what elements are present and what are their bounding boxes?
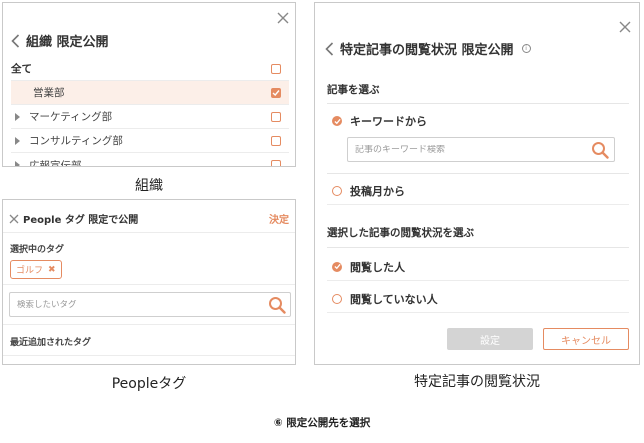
checkbox[interactable] <box>271 160 281 166</box>
expand-triangle-icon[interactable] <box>15 161 20 166</box>
check-icon <box>333 263 341 270</box>
article-status-panel: 特定記事の閲覧状況 限定公開 i 記事を選ぶ キーワードから 投稿月から 選択し… <box>314 2 640 365</box>
footer-caption: ⑥ 限定公開先を選択 <box>273 417 371 429</box>
status-heading: 選択した記事の閲覧状況を選ぶ <box>327 227 474 239</box>
expand-triangle-icon[interactable] <box>15 136 20 145</box>
article-caption: 特定記事の閲覧状況 <box>414 374 540 390</box>
org-row-pr[interactable]: 広報宣伝部 <box>11 153 289 167</box>
divider <box>327 173 629 174</box>
close-icon[interactable] <box>277 12 289 24</box>
org-header: 組織 限定公開 <box>11 31 109 50</box>
option-not-viewed[interactable]: 閲覧していない人 <box>327 285 629 313</box>
remove-tag-icon[interactable]: ✖ <box>48 265 56 275</box>
option-viewed-label: 閲覧した人 <box>350 260 405 274</box>
set-button[interactable]: 設定 <box>447 328 533 350</box>
selected-tags-heading: 選択中のタグ <box>10 245 65 255</box>
org-row-consulting[interactable]: コンサルティング部 <box>11 129 289 153</box>
org-row-all[interactable]: 全て <box>11 57 289 81</box>
checkbox[interactable] <box>271 63 281 74</box>
org-panel: 組織 限定公開 全て 営業部 マーケティング部 コンサルティング部 広報宣伝部 <box>2 2 296 167</box>
option-month[interactable]: 投稿月から <box>327 177 629 205</box>
search-icon[interactable] <box>591 141 609 159</box>
option-keyword-label: キーワードから <box>350 115 427 128</box>
option-keyword[interactable]: キーワードから <box>327 107 629 135</box>
people-title: People タグ 限定で公開 <box>23 215 139 226</box>
divider <box>3 232 295 233</box>
radio-selected[interactable] <box>332 116 342 126</box>
org-caption: 組織 <box>135 178 163 194</box>
close-icon[interactable] <box>9 214 19 224</box>
decide-button[interactable]: 決定 <box>269 211 289 226</box>
people-tag-panel: People タグ 限定で公開 決定 選択中のタグ ゴルフ ✖ 最近追加されたタ… <box>2 199 296 365</box>
divider <box>3 284 295 285</box>
radio-unselected[interactable] <box>332 293 342 304</box>
divider <box>327 103 629 104</box>
people-caption: Peopleタグ <box>111 376 187 392</box>
checkbox[interactable] <box>271 135 281 146</box>
people-header: People タグ 限定で公開 <box>9 211 138 226</box>
cancel-button[interactable]: キャンセル <box>543 328 629 350</box>
radio-unselected[interactable] <box>332 185 342 196</box>
tag-search-input[interactable] <box>17 299 268 310</box>
recent-tags-heading: 最近追加されたタグ <box>10 338 92 348</box>
option-month-label: 投稿月から <box>350 184 405 198</box>
divider <box>3 355 295 356</box>
option-viewed[interactable]: 閲覧した人 <box>327 253 629 281</box>
back-chevron-icon[interactable] <box>325 41 334 56</box>
article-header: 特定記事の閲覧状況 限定公開 i <box>325 39 531 58</box>
close-icon[interactable] <box>619 21 631 33</box>
org-row-label: 営業部 <box>33 87 65 99</box>
divider <box>327 247 629 248</box>
radio-selected[interactable] <box>332 261 342 272</box>
search-icon[interactable] <box>268 296 286 314</box>
back-chevron-icon[interactable] <box>11 33 20 48</box>
tag-search-box[interactable] <box>9 292 291 317</box>
info-icon[interactable]: i <box>521 44 531 53</box>
check-icon <box>333 118 341 124</box>
keyword-search-input[interactable] <box>355 144 591 155</box>
article-title: 特定記事の閲覧状況 限定公開 <box>340 43 514 58</box>
org-row-sales[interactable]: 営業部 <box>11 81 289 105</box>
option-not-viewed-label: 閲覧していない人 <box>350 292 438 306</box>
org-row-label: 広報宣伝部 <box>29 159 82 167</box>
expand-triangle-icon[interactable] <box>15 112 20 121</box>
org-row-label: コンサルティング部 <box>29 135 123 147</box>
checkbox[interactable] <box>271 111 281 122</box>
keyword-search-box[interactable] <box>347 137 615 162</box>
tag-chip-label: ゴルフ <box>16 266 44 276</box>
tag-chip[interactable]: ゴルフ ✖ <box>10 260 62 279</box>
org-title: 組織 限定公開 <box>26 35 109 50</box>
check-icon <box>272 89 280 96</box>
divider <box>3 324 295 325</box>
checkbox-checked[interactable] <box>271 87 281 98</box>
select-article-heading: 記事を選ぶ <box>327 84 380 96</box>
org-row-label: マーケティング部 <box>29 111 113 123</box>
org-row-label: 全て <box>11 63 32 75</box>
org-row-marketing[interactable]: マーケティング部 <box>11 105 289 129</box>
